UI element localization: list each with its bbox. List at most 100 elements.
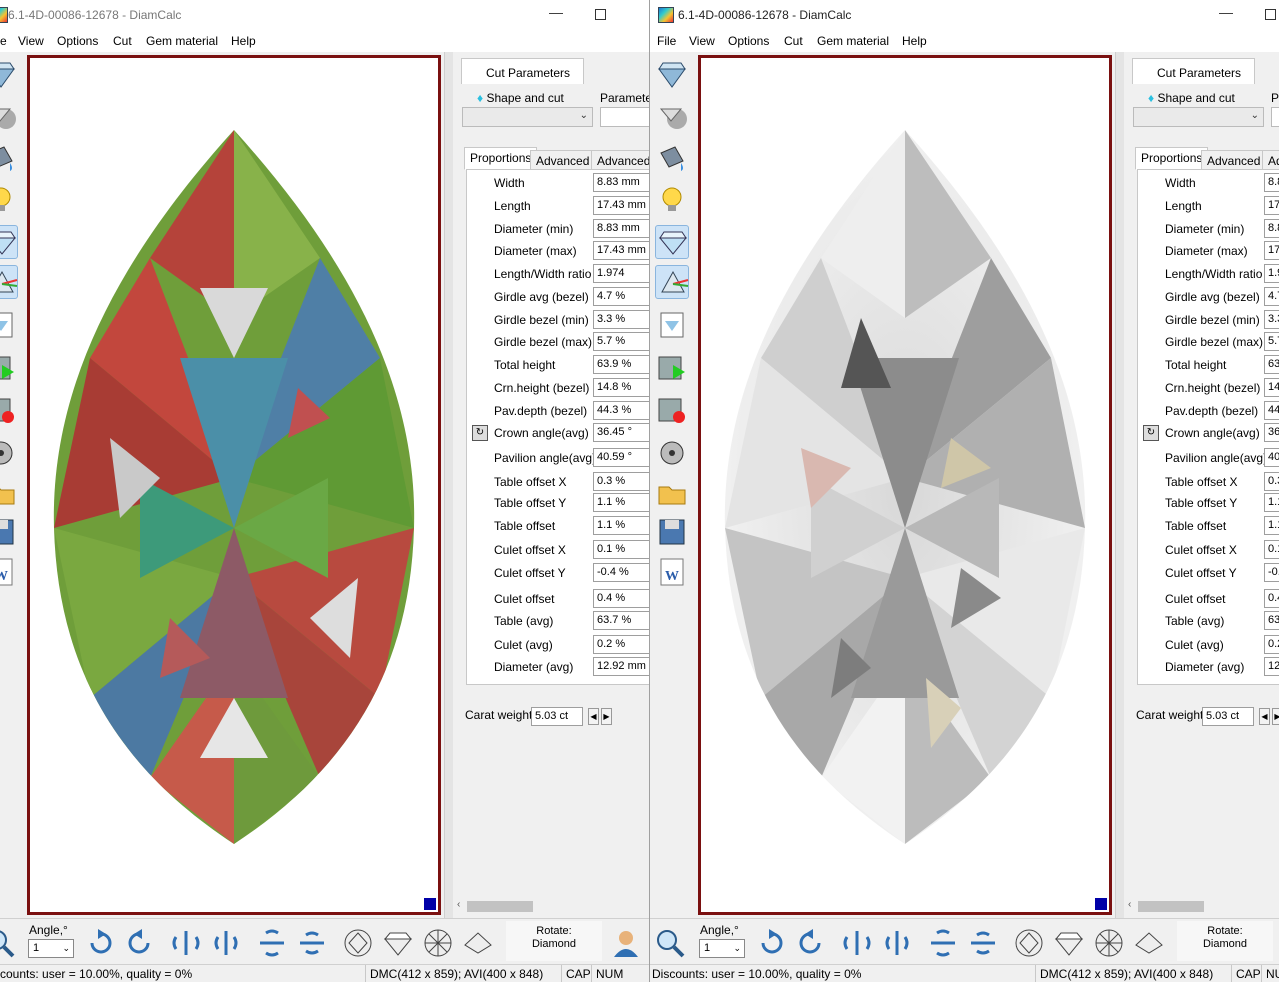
film-reel-icon[interactable] bbox=[0, 433, 18, 467]
zoom-icon[interactable] bbox=[0, 927, 16, 959]
proportion-value-field[interactable]: 0.4 % bbox=[593, 589, 649, 608]
proportion-value-field[interactable]: 17.43 mm bbox=[593, 241, 649, 260]
flip-vertical-back-icon[interactable] bbox=[967, 927, 999, 959]
right-panel-scrollbar[interactable]: ‹ bbox=[1124, 898, 1279, 915]
proportion-value-field[interactable]: 4.7 bbox=[1264, 287, 1279, 306]
prism-spectrum-icon[interactable] bbox=[655, 265, 689, 299]
scroll-left-icon[interactable]: ‹ bbox=[1128, 899, 1131, 910]
proportion-value-field[interactable]: 0.3 bbox=[1264, 472, 1279, 491]
tab-advanced-2[interactable]: Ad bbox=[1262, 150, 1279, 170]
spin-right-icon[interactable]: ▶ bbox=[1272, 708, 1279, 725]
paint-bucket-icon[interactable] bbox=[655, 141, 689, 175]
minimize-button[interactable]: — bbox=[1216, 4, 1236, 24]
rotate-mode-box[interactable]: Rotate: Diamond bbox=[506, 921, 602, 961]
proportion-value-field[interactable]: 1.9 bbox=[1264, 264, 1279, 283]
tab-advanced-1[interactable]: Advanced bbox=[1201, 150, 1267, 170]
left-diamond-viewport[interactable] bbox=[27, 55, 441, 915]
tab-proportions[interactable]: Proportions bbox=[1135, 147, 1209, 170]
profile-view-icon[interactable] bbox=[1133, 927, 1165, 959]
proportion-value-field[interactable]: 12.92 mm bbox=[593, 657, 649, 676]
parameter-input[interactable] bbox=[1271, 107, 1279, 127]
shape-cut-combo[interactable]: ⌄ bbox=[462, 107, 593, 127]
proportion-value-field[interactable]: 1.1 bbox=[1264, 493, 1279, 512]
menu-file[interactable]: File bbox=[657, 34, 676, 48]
top-view-icon[interactable] bbox=[1013, 927, 1045, 959]
bottom-view-icon[interactable] bbox=[1093, 927, 1125, 959]
lock-angle-icon[interactable]: ↻ bbox=[472, 425, 488, 441]
proportion-value-field[interactable]: 17 bbox=[1264, 241, 1279, 260]
menu-view[interactable]: View bbox=[18, 34, 44, 48]
left-panel-scrollbar[interactable]: ‹ bbox=[453, 898, 649, 915]
report-icon[interactable] bbox=[0, 307, 18, 341]
carat-weight-field[interactable]: 5.03 ct bbox=[1202, 707, 1254, 726]
maximize-button[interactable] bbox=[595, 9, 606, 20]
proportion-value-field[interactable]: -0. bbox=[1264, 563, 1279, 582]
proportion-value-field[interactable]: 5.7 bbox=[1264, 332, 1279, 351]
spin-right-icon[interactable]: ▶ bbox=[601, 708, 612, 725]
proportion-value-field[interactable]: 0.1 bbox=[1264, 540, 1279, 559]
video-play-icon[interactable] bbox=[0, 351, 18, 385]
film-reel-icon[interactable] bbox=[655, 433, 689, 467]
proportion-value-field[interactable]: 0.1 % bbox=[593, 540, 649, 559]
user-viewer-icon[interactable] bbox=[610, 927, 642, 959]
menu-options[interactable]: Options bbox=[57, 34, 98, 48]
menu-cut[interactable]: Cut bbox=[113, 34, 132, 48]
proportion-value-field[interactable]: 1.1 % bbox=[593, 516, 649, 535]
profile-view-icon[interactable] bbox=[462, 927, 494, 959]
proportion-value-field[interactable]: 12 bbox=[1264, 657, 1279, 676]
proportion-value-field[interactable]: -0.4 % bbox=[593, 563, 649, 582]
right-diamond-viewport[interactable] bbox=[698, 55, 1112, 915]
proportion-value-field[interactable]: 14 bbox=[1264, 378, 1279, 397]
proportion-value-field[interactable]: 4.7 % bbox=[593, 287, 649, 306]
tab-cut-parameters[interactable]: Cut Parameters bbox=[461, 58, 584, 84]
proportion-value-field[interactable]: 14.8 % bbox=[593, 378, 649, 397]
proportion-value-field[interactable]: 8.8 bbox=[1264, 219, 1279, 238]
proportion-value-field[interactable]: 3.3 % bbox=[593, 310, 649, 329]
gem-lighting-icon[interactable] bbox=[0, 225, 18, 259]
open-folder-icon[interactable] bbox=[0, 475, 18, 509]
side-view-icon[interactable] bbox=[382, 927, 414, 959]
diamond-view-icon[interactable] bbox=[655, 57, 689, 91]
word-export-icon[interactable]: W bbox=[0, 555, 18, 589]
flip-horizontal-icon[interactable] bbox=[170, 927, 202, 959]
left-splitter[interactable] bbox=[444, 52, 453, 918]
proportion-value-field[interactable]: 17 bbox=[1264, 196, 1279, 215]
spin-left-icon[interactable]: ◀ bbox=[1259, 708, 1270, 725]
proportion-value-field[interactable]: 1.1 bbox=[1264, 516, 1279, 535]
proportion-value-field[interactable]: 44 bbox=[1264, 401, 1279, 420]
flip-vertical-icon[interactable] bbox=[927, 927, 959, 959]
proportion-value-field[interactable]: 1.1 % bbox=[593, 493, 649, 512]
flip-horizontal-icon[interactable] bbox=[841, 927, 873, 959]
minimize-button[interactable]: — bbox=[546, 4, 566, 24]
proportion-value-field[interactable]: 63.7 % bbox=[593, 611, 649, 630]
parameter-input[interactable] bbox=[600, 107, 649, 127]
flip-horizontal-back-icon[interactable] bbox=[210, 927, 242, 959]
proportion-value-field[interactable]: 0.3 % bbox=[593, 472, 649, 491]
shape-cut-combo[interactable]: ⌄ bbox=[1133, 107, 1264, 127]
rotate-ccw-icon[interactable] bbox=[124, 927, 156, 959]
menu-options[interactable]: Options bbox=[728, 34, 769, 48]
menu-help[interactable]: Help bbox=[231, 34, 256, 48]
lightbulb-icon[interactable] bbox=[0, 183, 18, 217]
proportion-value-field[interactable]: 8.83 mm bbox=[593, 219, 649, 238]
tab-advanced-2[interactable]: Advanced bbox=[591, 150, 649, 170]
report-icon[interactable] bbox=[655, 307, 689, 341]
video-play-icon[interactable] bbox=[655, 351, 689, 385]
proportion-value-field[interactable]: 17.43 mm bbox=[593, 196, 649, 215]
menu-gem-material[interactable]: Gem material bbox=[146, 34, 218, 48]
zoom-icon[interactable] bbox=[654, 927, 686, 959]
open-folder-icon[interactable] bbox=[655, 475, 689, 509]
tab-cut-parameters[interactable]: Cut Parameters bbox=[1132, 58, 1255, 84]
video-record-icon[interactable] bbox=[655, 393, 689, 427]
proportion-value-field[interactable]: 0.4 bbox=[1264, 589, 1279, 608]
flip-vertical-back-icon[interactable] bbox=[296, 927, 328, 959]
lock-angle-icon[interactable]: ↻ bbox=[1143, 425, 1159, 441]
proportion-value-field[interactable]: 40 bbox=[1264, 448, 1279, 467]
angle-select[interactable]: 1 ⌄ bbox=[699, 939, 745, 958]
scroll-left-icon[interactable]: ‹ bbox=[457, 899, 460, 910]
spin-left-icon[interactable]: ◀ bbox=[588, 708, 599, 725]
rotate-cw-icon[interactable] bbox=[84, 927, 116, 959]
proportion-value-field[interactable]: 40.59 ° bbox=[593, 448, 649, 467]
rotate-cw-icon[interactable] bbox=[755, 927, 787, 959]
angle-select[interactable]: 1 ⌄ bbox=[28, 939, 74, 958]
